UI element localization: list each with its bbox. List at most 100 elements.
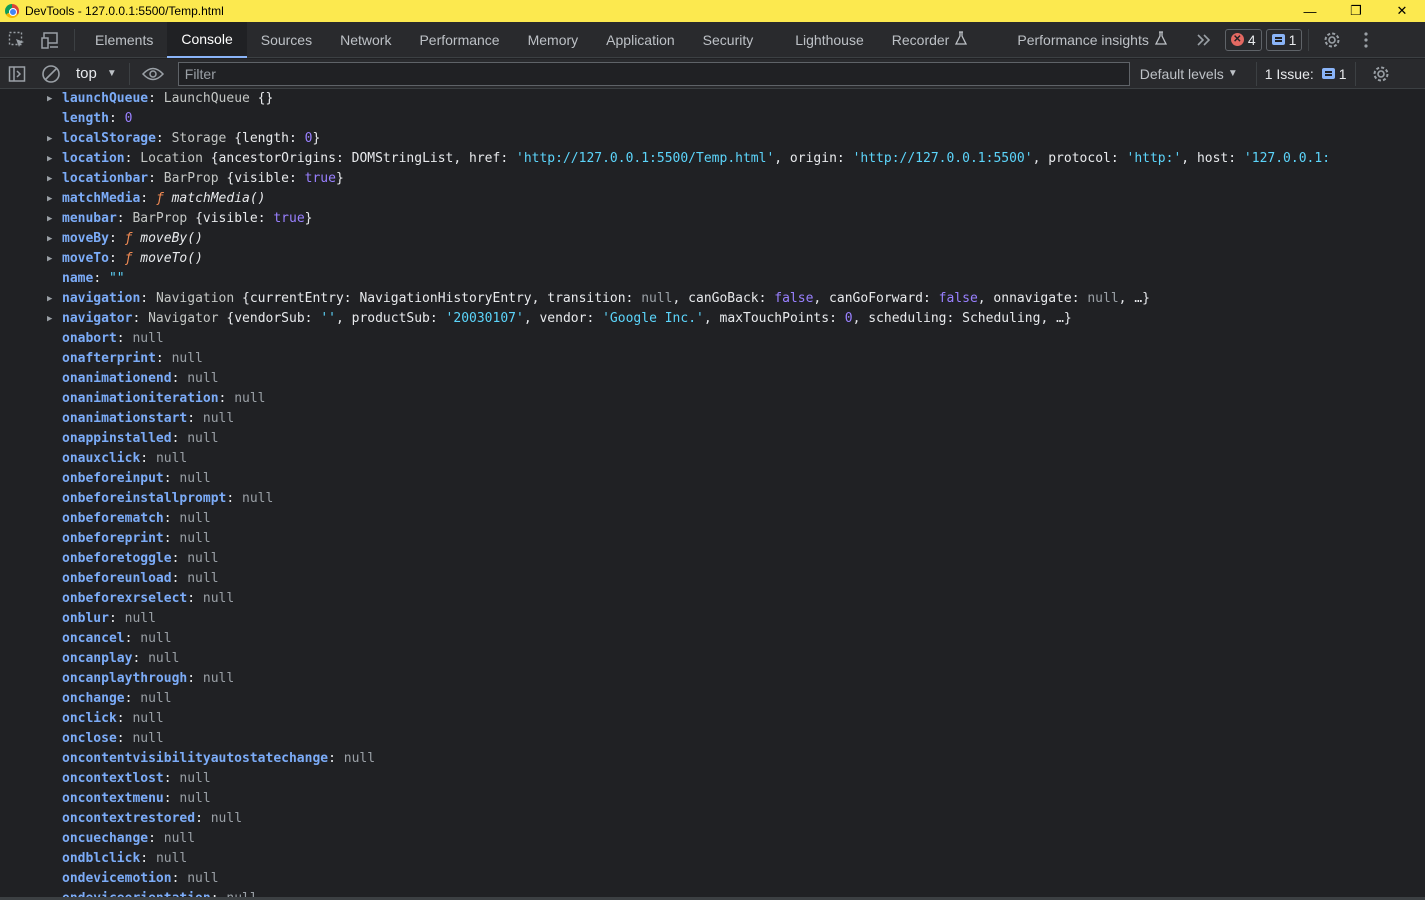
filter-input[interactable] [184, 65, 1129, 82]
property-value-part: ƒ [155, 191, 172, 206]
console-property-row[interactable]: ▶ navigation: Navigation {currentEntry: N… [0, 289, 1421, 309]
log-levels-dropdown[interactable]: Default levels ▼ [1140, 66, 1238, 82]
tab-label: Elements [95, 31, 154, 48]
window-title-bar: DevTools - 127.0.0.1:5500/Temp.html — ❐ … [0, 0, 1425, 22]
property-value-part: , productSub: [335, 311, 446, 326]
console-property-row: onclick: null [0, 709, 1421, 729]
property-value-part: ƒ [124, 251, 141, 266]
expand-triangle-icon[interactable]: ▶ [47, 289, 57, 309]
context-selector[interactable]: top ▼ [76, 65, 117, 82]
property-key: onclose [62, 731, 117, 746]
tab-performance[interactable]: Performance [405, 22, 513, 58]
property-key: ondevicemotion [62, 871, 172, 886]
expand-triangle-icon[interactable]: ▶ [47, 249, 57, 269]
property-value-part: LaunchQueue [163, 91, 258, 106]
console-property-row[interactable]: ▶ navigator: Navigator {vendorSub: '', pr… [0, 309, 1421, 329]
message-count: 1 [1288, 31, 1297, 48]
console-property-row: onbeforeinput: null [0, 469, 1421, 489]
property-value-part: null [1087, 291, 1119, 306]
console-property-row[interactable]: ▶ locationbar: BarProp {visible: true} [0, 169, 1421, 189]
tab-sources[interactable]: Sources [247, 22, 326, 58]
property-value-part: , canGoBack: [672, 291, 775, 306]
property-value-part: {} [257, 91, 274, 106]
close-icon[interactable]: ✕ [1379, 0, 1425, 22]
tab-lighthouse[interactable]: Lighthouse [781, 22, 878, 58]
error-count-badge[interactable]: ✕ 4 [1224, 28, 1262, 51]
expand-triangle-icon[interactable]: ▶ [47, 149, 57, 169]
settings-gear-icon[interactable] [1315, 22, 1349, 58]
property-key: onbeforematch [62, 511, 164, 526]
console-property-row: onbeforetoggle: null [0, 549, 1421, 569]
expand-triangle-icon[interactable]: ▶ [47, 169, 57, 189]
tab-security[interactable]: Security [689, 22, 768, 58]
console-property-row[interactable]: ▶ moveBy: ƒ moveBy() [0, 229, 1421, 249]
more-tabs-icon[interactable] [1187, 22, 1221, 58]
panel-tabs: Elements Console Sources Network Performance… [81, 21, 1181, 58]
tab-label: Console [181, 30, 233, 47]
tab-elements[interactable]: Elements [81, 22, 167, 58]
issues-button[interactable]: 1 Issue: 1 [1255, 61, 1356, 86]
live-expression-eye-icon[interactable] [136, 59, 170, 89]
property-key: oncancel [62, 631, 125, 646]
property-key: onappinstalled [62, 431, 172, 446]
console-property-row[interactable]: ▶ localStorage: Storage {length: 0} [0, 129, 1421, 149]
tab-label: Memory [527, 31, 579, 48]
property-key: onbeforexrselect [62, 591, 188, 606]
colon-separator: : [140, 291, 156, 306]
console-property-row[interactable]: ▶ menubar: BarProp {visible: true} [0, 209, 1421, 229]
expand-triangle-icon[interactable]: ▶ [47, 209, 57, 229]
tab-recorder[interactable]: Recorder [878, 22, 982, 58]
colon-separator: : [116, 211, 133, 226]
console-property-row: onbeforematch: null [0, 509, 1421, 529]
expand-triangle-icon[interactable]: ▶ [47, 129, 57, 149]
chevron-down-icon: ▼ [1227, 68, 1238, 79]
console-output[interactable]: ▶ launchQueue: LaunchQueue {} length: 0 ▶ lo… [0, 89, 1421, 897]
property-value-part: , onnavigate: [977, 291, 1088, 306]
minimize-icon[interactable]: — [1287, 0, 1333, 22]
property-value-part: , …} [1040, 311, 1072, 326]
property-key: ondblclick [62, 851, 141, 866]
tab-performance-insights[interactable]: Performance insights [1003, 22, 1181, 58]
device-toolbar-icon[interactable] [34, 22, 68, 58]
expand-triangle-icon[interactable]: ▶ [47, 89, 57, 109]
console-scrollbar[interactable] [1421, 89, 1425, 897]
expand-triangle-icon[interactable]: ▶ [47, 309, 57, 329]
property-value-part: moveTo() [140, 251, 203, 266]
more-options-icon[interactable] [1349, 22, 1383, 58]
tab-application[interactable]: Application [592, 22, 689, 58]
tab-memory[interactable]: Memory [514, 22, 593, 58]
property-key: onafterprint [62, 351, 156, 366]
property-value-part: null [187, 571, 219, 586]
property-value-part: , protocol: [1032, 151, 1127, 166]
property-value-part: {visible: [226, 171, 305, 186]
property-value-part: } [312, 131, 321, 146]
console-property-row[interactable]: ▶ location: Location {ancestorOrigins: DO… [0, 149, 1421, 169]
property-key: moveTo [62, 251, 109, 266]
property-key: moveBy [62, 231, 109, 246]
tab-label: Recorder [891, 31, 950, 48]
console-property-row: onabort: null [0, 329, 1421, 349]
property-value-part: null [187, 371, 219, 386]
colon-separator: : [108, 231, 125, 246]
inspect-element-icon[interactable] [0, 22, 34, 58]
clear-console-icon[interactable] [34, 59, 68, 89]
error-count: 4 [1247, 31, 1256, 48]
console-property-row[interactable]: ▶ launchQueue: LaunchQueue {} [0, 89, 1421, 109]
console-property-row[interactable]: ▶ matchMedia: ƒ matchMedia() [0, 189, 1421, 209]
console-settings-gear-icon[interactable] [1364, 59, 1398, 89]
property-value-part: null [171, 351, 203, 366]
console-property-row: oncontentvisibilityautostatechange: null [0, 749, 1421, 769]
property-key: oncontentvisibilityautostatechange [62, 751, 329, 766]
property-key: onclick [62, 711, 117, 726]
tab-network[interactable]: Network [326, 22, 405, 58]
expand-triangle-icon[interactable]: ▶ [47, 229, 57, 249]
expand-triangle-icon[interactable]: ▶ [47, 189, 57, 209]
property-key: oncuechange [62, 831, 149, 846]
console-property-row[interactable]: ▶ moveTo: ƒ moveTo() [0, 249, 1421, 269]
message-count-badge[interactable]: 1 [1265, 28, 1303, 51]
sidebar-toggle-icon[interactable] [0, 59, 34, 89]
property-value-part: Scheduling [962, 311, 1041, 326]
restore-icon[interactable]: ❐ [1333, 0, 1379, 22]
tab-console[interactable]: Console [167, 21, 247, 58]
error-icon: ✕ [1230, 33, 1244, 46]
